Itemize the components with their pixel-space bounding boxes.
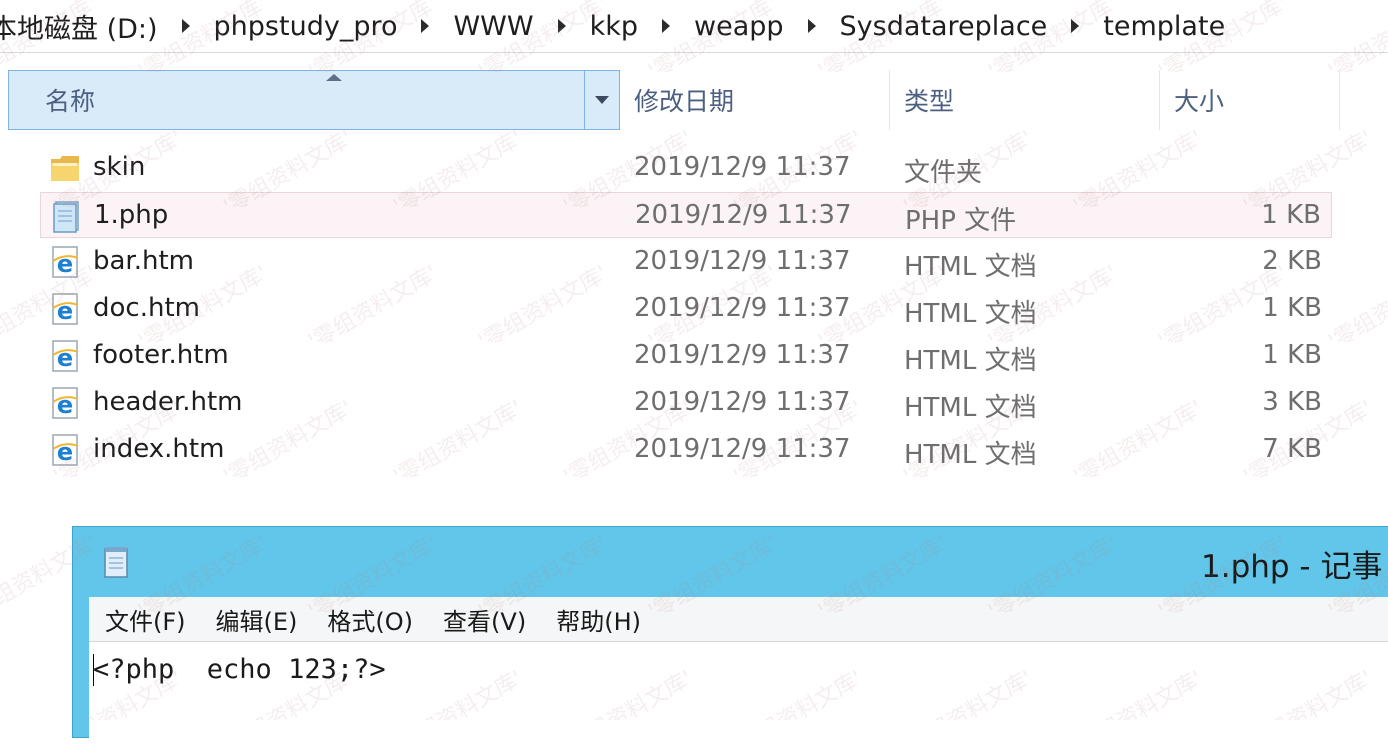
breadcrumb-item-kkp[interactable]: kkp — [588, 11, 640, 42]
column-header-name[interactable]: 名称 — [8, 70, 620, 130]
menu-edit[interactable]: 编辑(E) — [200, 602, 312, 637]
breadcrumb-separator-icon[interactable] — [1071, 19, 1080, 33]
breadcrumb-item-drive[interactable]: 本地磁盘 (D:) — [0, 7, 160, 46]
file-size: 1 KB — [1262, 340, 1322, 370]
file-row-index-htm[interactable]: e index.htm 2019/12/9 11:37 HTML 文档 7 KB — [40, 427, 1332, 473]
html-file-icon: e — [48, 386, 82, 420]
column-header-type[interactable]: 类型 — [890, 70, 1160, 130]
file-type: HTML 文档 — [904, 299, 1037, 329]
breadcrumb-separator-icon[interactable] — [807, 19, 816, 33]
file-size: 1 KB — [1262, 293, 1322, 323]
column-filter-dropdown[interactable] — [584, 71, 619, 129]
breadcrumb-item-sysdatareplace[interactable]: Sysdatareplace — [838, 11, 1050, 42]
sort-ascending-icon — [326, 74, 342, 81]
file-type: HTML 文档 — [904, 440, 1037, 470]
svg-text:e: e — [57, 250, 73, 278]
breadcrumb: 本地磁盘 (D:) phpstudy_pro WWW kkp weapp Sys… — [0, 0, 1227, 52]
notepad-window: 1.php - 记事 文件(F) 编辑(E) 格式(O) 查看(V) 帮助(H)… — [72, 526, 1388, 752]
notepad-content: <?php echo 123;?> — [93, 654, 386, 685]
breadcrumb-item-phpstudy[interactable]: phpstudy_pro — [212, 11, 400, 42]
address-bar[interactable]: 本地磁盘 (D:) phpstudy_pro WWW kkp weapp Sys… — [0, 0, 1388, 53]
column-header-date-label: 修改日期 — [634, 87, 735, 116]
file-name: skin — [93, 152, 146, 182]
html-file-icon: e — [48, 292, 82, 326]
column-header-name-label: 名称 — [45, 87, 96, 116]
breadcrumb-item-www[interactable]: WWW — [451, 11, 535, 42]
file-size: 1 KB — [1261, 200, 1321, 230]
file-date: 2019/12/9 11:37 — [634, 293, 851, 323]
svg-text:e: e — [57, 297, 73, 325]
file-type: HTML 文档 — [904, 346, 1037, 376]
notepad-text-area[interactable]: <?php echo 123;?> — [89, 641, 1388, 752]
file-date: 2019/12/9 11:37 — [634, 434, 851, 464]
breadcrumb-separator-icon[interactable] — [557, 19, 566, 33]
notepad-titlebar[interactable]: 1.php - 记事 — [73, 527, 1388, 597]
file-size: 7 KB — [1262, 434, 1322, 464]
svg-text:e: e — [57, 391, 73, 419]
file-row-footer-htm[interactable]: e footer.htm 2019/12/9 11:37 HTML 文档 1 K… — [40, 333, 1332, 379]
html-file-icon: e — [48, 339, 82, 373]
file-type: HTML 文档 — [904, 393, 1037, 423]
file-type: HTML 文档 — [904, 252, 1037, 282]
menu-file[interactable]: 文件(F) — [89, 602, 200, 637]
file-type: PHP 文件 — [905, 206, 1017, 236]
file-type: 文件夹 — [904, 158, 983, 188]
php-file-icon — [49, 199, 83, 233]
menu-help[interactable]: 帮助(H) — [540, 602, 655, 637]
file-name: header.htm — [93, 387, 243, 417]
html-file-icon: e — [48, 245, 82, 279]
breadcrumb-separator-icon[interactable] — [421, 19, 430, 33]
notepad-title: 1.php - 记事 — [1201, 549, 1383, 585]
file-size: 3 KB — [1262, 387, 1322, 417]
file-date: 2019/12/9 11:37 — [634, 152, 851, 182]
svg-text:e: e — [57, 438, 73, 466]
notepad-menubar: 文件(F) 编辑(E) 格式(O) 查看(V) 帮助(H) — [89, 597, 1388, 641]
file-size: 2 KB — [1262, 246, 1322, 276]
menu-format[interactable]: 格式(O) — [311, 602, 427, 637]
file-row-1php[interactable]: 1.php 2019/12/9 11:37 PHP 文件 1 KB — [40, 192, 1332, 238]
file-name: footer.htm — [93, 340, 229, 370]
svg-text:e: e — [57, 344, 73, 372]
column-header-type-label: 类型 — [904, 87, 955, 116]
file-row-skin[interactable]: skin 2019/12/9 11:37 文件夹 — [40, 145, 1332, 191]
column-headers: 名称 修改日期 类型 大小 — [0, 70, 1388, 132]
breadcrumb-item-weapp[interactable]: weapp — [692, 11, 786, 42]
column-header-size-label: 大小 — [1174, 87, 1225, 116]
breadcrumb-separator-icon[interactable] — [662, 19, 670, 33]
menu-view[interactable]: 查看(V) — [427, 602, 540, 637]
html-file-icon: e — [48, 433, 82, 467]
file-row-doc-htm[interactable]: e doc.htm 2019/12/9 11:37 HTML 文档 1 KB — [40, 286, 1332, 332]
breadcrumb-item-template[interactable]: template — [1101, 11, 1227, 42]
breadcrumb-separator-icon[interactable] — [181, 19, 190, 33]
column-header-size[interactable]: 大小 — [1160, 70, 1340, 130]
file-date: 2019/12/9 11:37 — [634, 340, 851, 370]
file-name: index.htm — [93, 434, 225, 464]
file-date: 2019/12/9 11:37 — [634, 387, 851, 417]
chevron-down-icon — [595, 96, 609, 104]
file-row-header-htm[interactable]: e header.htm 2019/12/9 11:37 HTML 文档 3 K… — [40, 380, 1332, 426]
file-name: doc.htm — [93, 293, 200, 323]
file-row-bar-htm[interactable]: e bar.htm 2019/12/9 11:37 HTML 文档 2 KB — [40, 239, 1332, 285]
folder-icon — [48, 151, 82, 185]
notepad-icon — [101, 545, 131, 579]
column-header-date[interactable]: 修改日期 — [620, 70, 890, 130]
file-date: 2019/12/9 11:37 — [635, 200, 852, 230]
file-date: 2019/12/9 11:37 — [634, 246, 851, 276]
file-name: 1.php — [94, 200, 169, 230]
file-name: bar.htm — [93, 246, 195, 276]
